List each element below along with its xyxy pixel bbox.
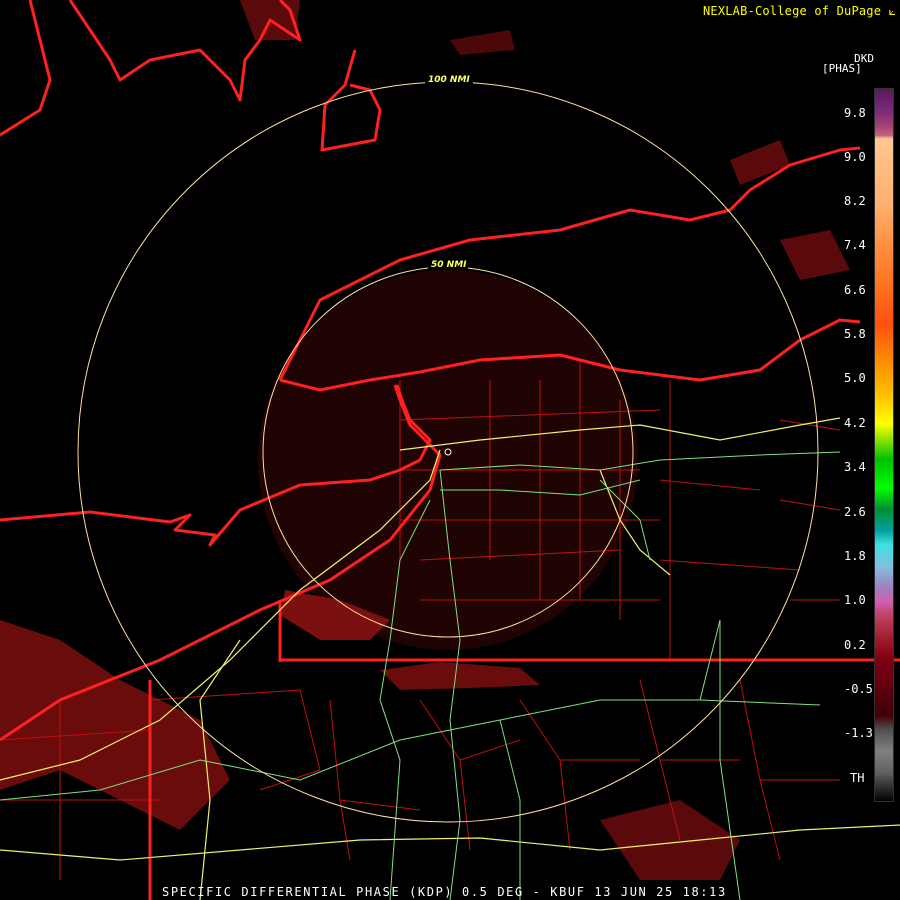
cb-label-10: 1.8 <box>844 549 866 563</box>
cb-label-14: -1.3 <box>844 726 873 740</box>
footer-bar: SPECIFIC DIFFERENTIAL PHASE (KDP) 0.5 DE… <box>0 884 900 900</box>
radar-map-view: 100 NMI 50 NMI NEXLAB-College of DuPage … <box>0 0 900 900</box>
cb-label-2: 8.2 <box>844 194 866 208</box>
ring-label-100: 100 NMI <box>428 75 470 85</box>
colorbar <box>874 88 894 802</box>
cb-label-12: 0.2 <box>844 638 866 652</box>
cb-label-7: 4.2 <box>844 416 866 430</box>
cb-label-5: 5.8 <box>844 327 866 341</box>
credit-text: NEXLAB-College of DuPage <box>702 4 882 18</box>
cb-label-11: 1.0 <box>844 593 866 607</box>
logo-icon: ⟀ <box>888 4 896 18</box>
cb-label-6: 5.0 <box>844 371 866 385</box>
cb-label-15: TH <box>850 771 865 785</box>
cb-label-1: 9.0 <box>844 150 866 164</box>
cb-label-4: 6.6 <box>844 283 866 297</box>
radar-map: 100 NMI 50 NMI <box>0 0 900 900</box>
cb-label-0: 9.8 <box>844 106 866 120</box>
product-footer: SPECIFIC DIFFERENTIAL PHASE (KDP) 0.5 DE… <box>162 885 727 899</box>
ring-label-50: 50 NMI <box>431 260 467 270</box>
units-label: [PHAS] <box>822 62 862 75</box>
cb-label-13: -0.5 <box>844 682 873 696</box>
colorbar-gradient <box>874 88 894 802</box>
cb-label-3: 7.4 <box>844 238 866 252</box>
cb-label-8: 3.4 <box>844 460 866 474</box>
credit-label: NEXLAB-College of DuPage ⟀ <box>703 4 896 19</box>
cb-label-9: 2.6 <box>844 505 866 519</box>
